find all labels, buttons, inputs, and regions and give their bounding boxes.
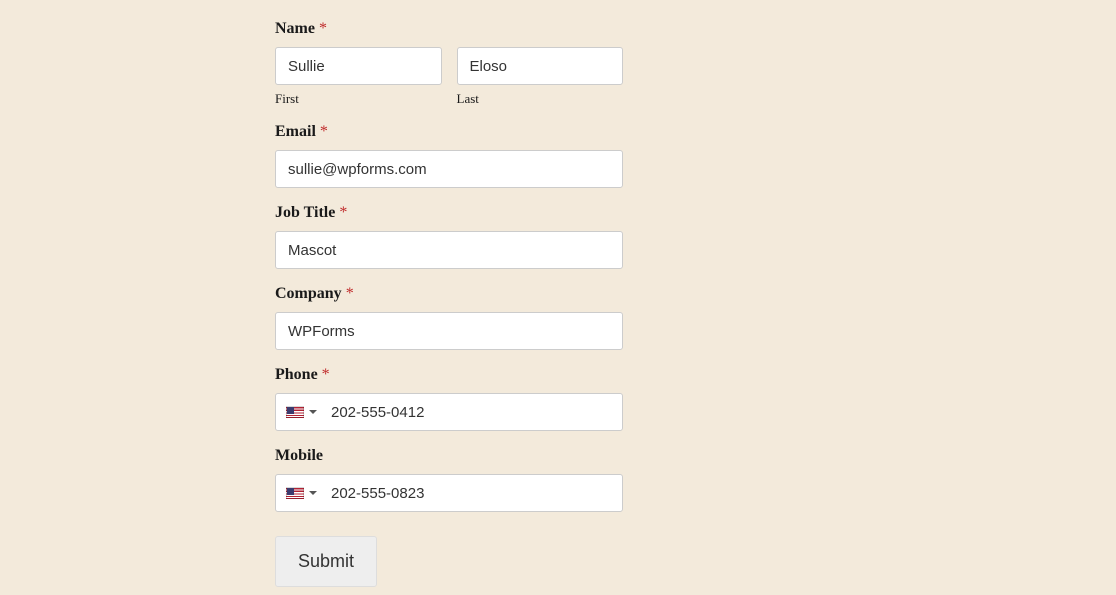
mobile-field-group: Mobile: [275, 447, 623, 512]
first-name-input[interactable]: [275, 47, 442, 85]
job-title-label-text: Job Title: [275, 204, 335, 221]
email-required: *: [320, 123, 328, 140]
phone-required: *: [322, 366, 330, 383]
last-name-col: Last: [457, 47, 624, 107]
first-name-sublabel: First: [275, 91, 442, 107]
name-label-text: Name: [275, 20, 315, 37]
email-input[interactable]: [275, 150, 623, 188]
mobile-input-wrapper: [275, 474, 623, 512]
company-required: *: [346, 285, 354, 302]
phone-input-wrapper: [275, 393, 623, 431]
phone-input[interactable]: [325, 394, 622, 430]
last-name-sublabel: Last: [457, 91, 624, 107]
name-required: *: [319, 20, 327, 37]
phone-label: Phone *: [275, 366, 623, 384]
company-field-group: Company *: [275, 285, 623, 350]
email-label-text: Email: [275, 123, 316, 140]
mobile-input[interactable]: [325, 475, 622, 511]
us-flag-icon: [286, 406, 304, 418]
job-title-label: Job Title *: [275, 204, 623, 222]
phone-country-selector[interactable]: [276, 406, 325, 418]
name-row: First Last: [275, 47, 623, 107]
chevron-down-icon: [309, 410, 317, 414]
contact-form: Name * First Last Email * Job Title *: [275, 20, 623, 587]
email-field-group: Email *: [275, 123, 623, 188]
email-label: Email *: [275, 123, 623, 141]
company-label: Company *: [275, 285, 623, 303]
mobile-label-text: Mobile: [275, 447, 323, 464]
mobile-country-selector[interactable]: [276, 487, 325, 499]
job-title-required: *: [339, 204, 347, 221]
name-field-group: Name * First Last: [275, 20, 623, 107]
submit-button[interactable]: Submit: [275, 536, 377, 587]
name-label: Name *: [275, 20, 623, 38]
company-input[interactable]: [275, 312, 623, 350]
phone-field-group: Phone *: [275, 366, 623, 431]
mobile-label: Mobile: [275, 447, 623, 465]
chevron-down-icon: [309, 491, 317, 495]
job-title-input[interactable]: [275, 231, 623, 269]
phone-label-text: Phone: [275, 366, 318, 383]
last-name-input[interactable]: [457, 47, 624, 85]
company-label-text: Company: [275, 285, 342, 302]
us-flag-icon: [286, 487, 304, 499]
first-name-col: First: [275, 47, 442, 107]
job-title-field-group: Job Title *: [275, 204, 623, 269]
